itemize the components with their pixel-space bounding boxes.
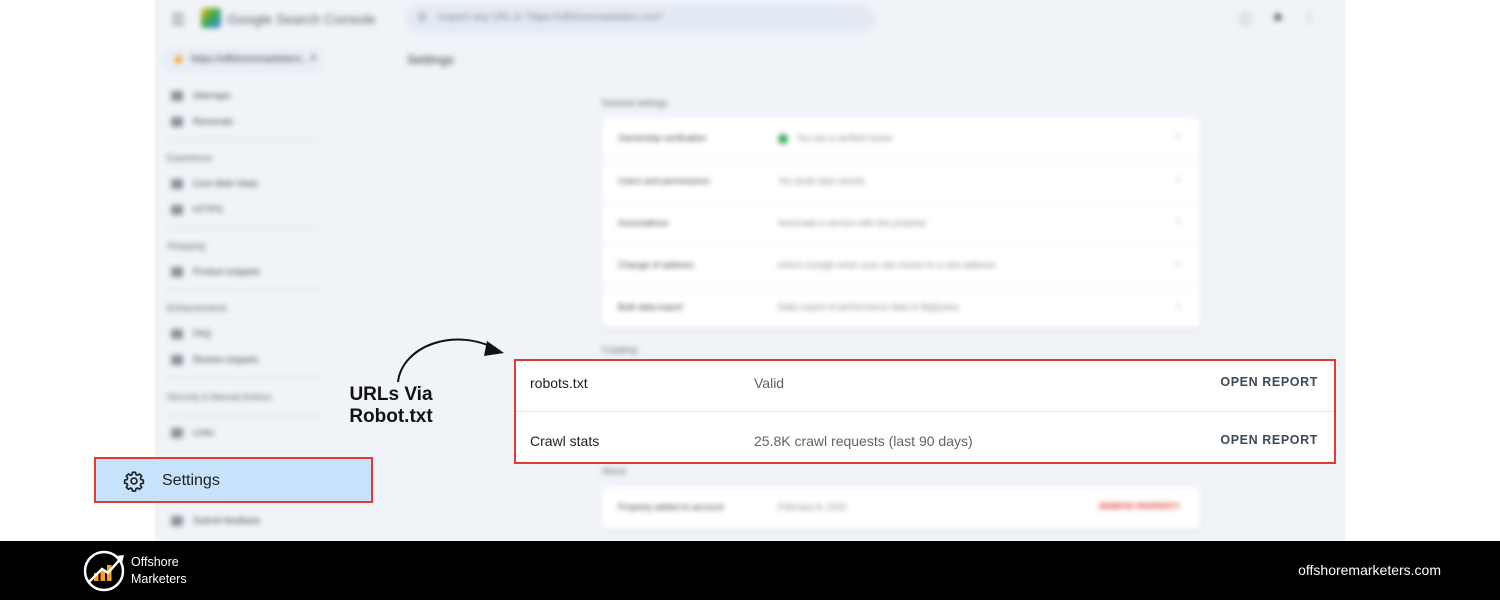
sidebar-item-links[interactable]: Links (171, 427, 214, 445)
open-crawl-stats-report-button[interactable]: OPEN REPORT (1220, 433, 1318, 447)
sidebar-section-security[interactable]: Security & Manual Actions (167, 392, 272, 402)
sidebar-item-submit-feedback[interactable]: Submit feedback (171, 515, 260, 533)
setting-row-ownership[interactable]: Ownership verification You are a verifie… (602, 118, 1200, 160)
help-icon[interactable]: ⓘ (1239, 9, 1252, 28)
menu-icon[interactable]: ☰ (171, 10, 185, 30)
search-placeholder: Inspect any URL in "https://offshoremark… (438, 12, 665, 23)
robots-txt-status: Valid (754, 375, 785, 391)
speed-icon (171, 178, 183, 189)
crawl-row-robots[interactable]: robots.txt Valid OPEN REPORT (516, 361, 1334, 412)
product-icon (171, 266, 183, 277)
sidebar-item-review-snippets[interactable]: Review snippets (171, 354, 259, 372)
top-bar: ☰ Google Search Console ⚲ Inspect any UR… (155, 0, 1345, 40)
search-console-logo (201, 8, 221, 28)
sidebar-item-https[interactable]: HTTPS (171, 204, 223, 222)
setting-row-bulk-export[interactable]: Bulk data export Daily export of perform… (602, 286, 1200, 329)
sidebar-item-sitemaps[interactable]: Sitemaps (171, 90, 231, 108)
offshore-marketers-logo (83, 550, 125, 592)
sidebar-item-settings[interactable]: Settings (94, 457, 373, 503)
setting-row-change-of-address[interactable]: Change of address Inform Google when you… (602, 244, 1200, 287)
chevron-down-icon: ▾ (311, 53, 317, 64)
about-card: Property added to account February 8, 20… (602, 487, 1200, 529)
general-settings-heading: General settings (602, 98, 668, 108)
sidebar-divider (167, 228, 319, 229)
crawling-heading: Crawling (602, 345, 638, 355)
apps-icon[interactable]: ⋮ (1303, 9, 1316, 25)
sidebar-section-experience[interactable]: Experience (167, 153, 212, 163)
page-title: Settings (407, 52, 454, 67)
website-url[interactable]: offshoremarketers.com (1298, 562, 1441, 578)
robots-txt-label: robots.txt (530, 375, 588, 391)
sitemap-icon (171, 90, 183, 101)
lock-icon (171, 204, 183, 215)
sidebar-section-shopping[interactable]: Shopping (167, 241, 205, 251)
feedback-icon (171, 515, 183, 526)
gear-icon (123, 471, 145, 492)
sidebar-item-faq[interactable]: FAQ (171, 328, 211, 346)
faq-icon (171, 328, 183, 339)
chevron-right-icon: › (1176, 174, 1180, 186)
chevron-right-icon: › (1176, 300, 1180, 312)
sidebar-divider (167, 416, 319, 417)
verified-check-icon (778, 133, 788, 144)
account-icon[interactable]: ☻ (1271, 9, 1285, 24)
chevron-right-icon: › (1176, 131, 1180, 143)
annotation-arrow (397, 338, 504, 383)
annotation-label: URLs Via Robot.txt (349, 384, 433, 427)
property-icon (175, 56, 182, 63)
footer-bar: Offshore Marketers offshoremarketers.com (0, 541, 1500, 600)
sidebar-item-product-snippets[interactable]: Product snippets (171, 266, 260, 284)
property-selector[interactable]: https://offshoremarketers... ▾ (163, 48, 323, 72)
sidebar-item-removals[interactable]: Removals (171, 116, 233, 134)
property-url: https://offshoremarketers... (191, 54, 310, 65)
chevron-right-icon: › (1176, 258, 1180, 270)
open-robots-report-button[interactable]: OPEN REPORT (1220, 375, 1318, 389)
setting-row-users[interactable]: Users and permissions Yes (bulk data sav… (602, 160, 1200, 203)
search-icon: ⚲ (418, 12, 427, 24)
settings-label: Settings (162, 472, 220, 489)
url-inspect-search[interactable]: ⚲ Inspect any URL in "https://offshorema… (406, 5, 876, 32)
review-icon (171, 354, 183, 365)
crawling-card-highlight: robots.txt Valid OPEN REPORT Crawl stats… (514, 359, 1336, 464)
links-icon (171, 427, 183, 438)
sidebar-item-core-web-vitals[interactable]: Core Web Vitals (171, 178, 258, 196)
remove-property-button[interactable]: REMOVE PROPERTY (1099, 502, 1180, 511)
sidebar-divider (167, 139, 319, 140)
sidebar-section-enhancements[interactable]: Enhancements (167, 303, 227, 313)
about-row: Property added to account February 8, 20… (618, 502, 1180, 512)
brand-name: Offshore Marketers (131, 555, 187, 586)
crawl-stats-label: Crawl stats (530, 433, 600, 449)
removals-icon (171, 116, 183, 127)
sidebar-divider (167, 378, 319, 379)
sidebar-divider (167, 290, 319, 291)
chevron-right-icon: › (1176, 216, 1180, 228)
about-heading: About (602, 466, 626, 476)
general-settings-card: Ownership verification You are a verifie… (602, 118, 1200, 328)
crawl-stats-value: 25.8K crawl requests (last 90 days) (754, 433, 973, 449)
crawl-row-crawl-stats[interactable]: Crawl stats 25.8K crawl requests (last 9… (516, 412, 1334, 463)
setting-row-associations[interactable]: Associations Associate a service with th… (602, 202, 1200, 245)
app-title: Google Search Console (227, 11, 376, 27)
